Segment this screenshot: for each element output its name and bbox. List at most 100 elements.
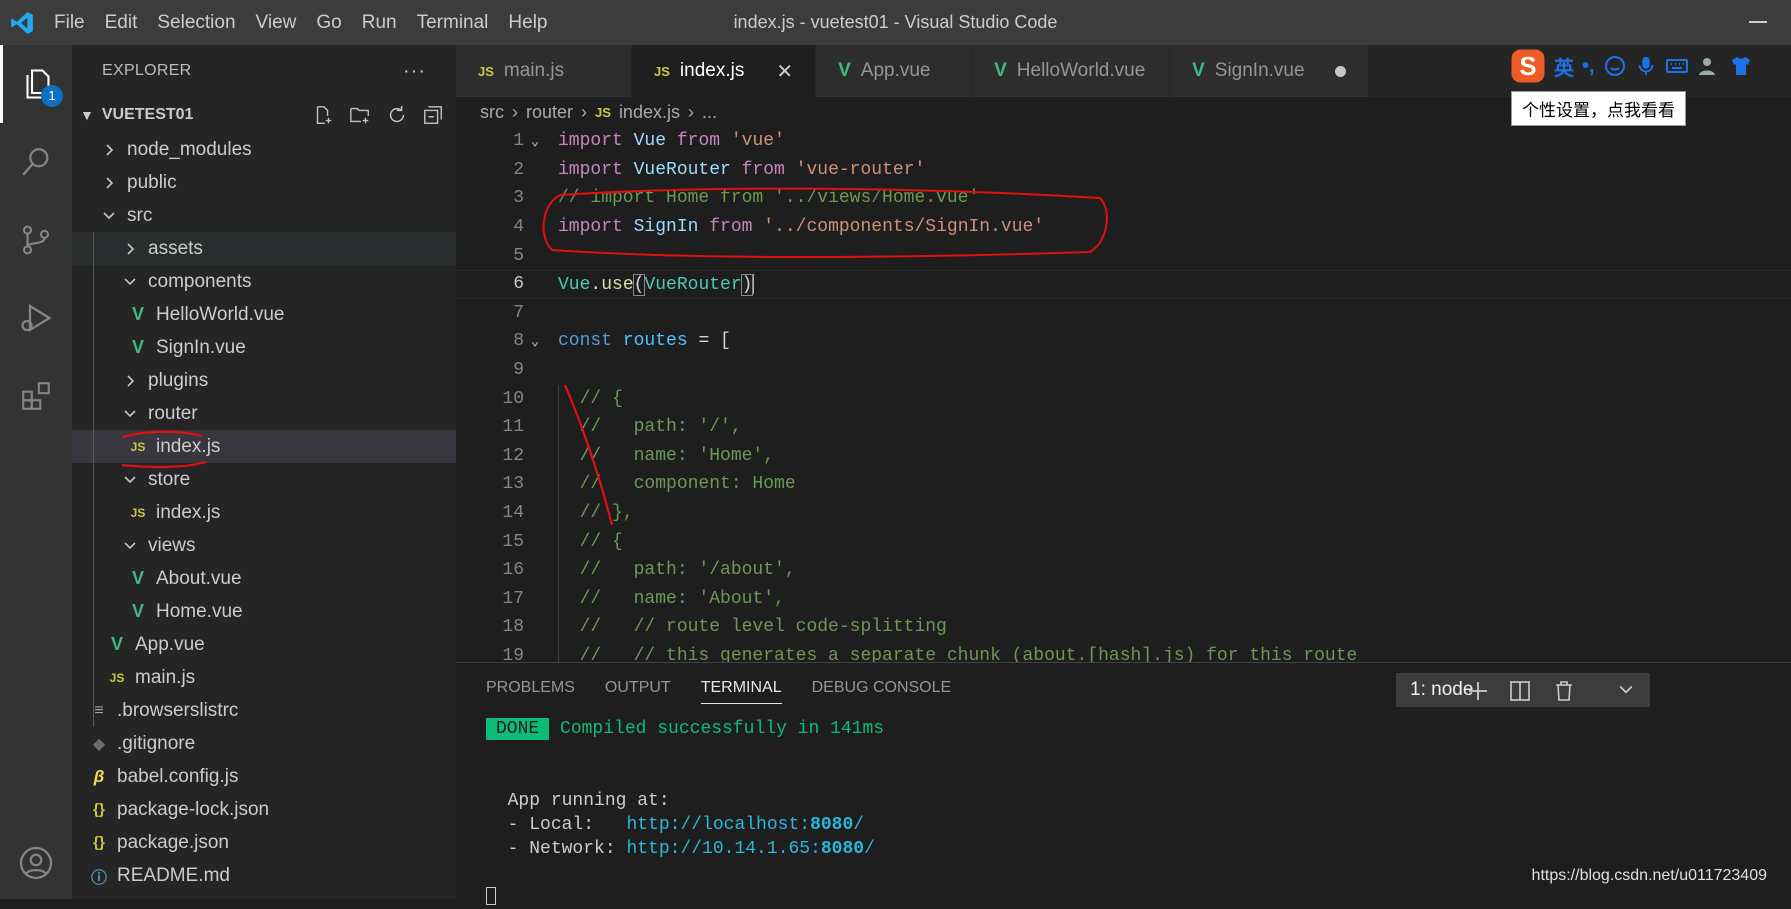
tree-file[interactable]: ≡.browserslistrc: [72, 694, 456, 727]
breadcrumb-src[interactable]: src: [480, 102, 504, 123]
vue-file-icon: V: [128, 304, 148, 325]
tree-file[interactable]: {}package-lock.json: [72, 793, 456, 826]
ime-language[interactable]: 英: [1554, 52, 1574, 81]
line-number: 13: [456, 474, 524, 494]
tab-signin-vue[interactable]: VSignIn.vue: [1170, 45, 1368, 97]
activity-run-debug[interactable]: [0, 279, 72, 357]
terminal-output[interactable]: DONE Compiled successfully in 141ms App …: [486, 717, 884, 909]
menu-selection[interactable]: Selection: [147, 0, 245, 45]
code-token: [: [720, 331, 731, 351]
tree-folder[interactable]: plugins: [72, 364, 456, 397]
tree-file[interactable]: {}package.json: [72, 826, 456, 859]
code-token: // path: '/about',: [558, 560, 796, 580]
tree-folder[interactable]: components: [72, 265, 456, 298]
code-token: Vue: [634, 131, 677, 151]
explorer-header: EXPLORER ···: [72, 45, 456, 97]
tab-helloworld-vue[interactable]: VHelloWorld.vue: [972, 45, 1170, 97]
tree-file[interactable]: VHelloWorld.vue: [72, 298, 456, 331]
tree-folder[interactable]: store: [72, 463, 456, 496]
network-url-tail: /: [864, 839, 875, 859]
microphone-icon[interactable]: [1635, 54, 1657, 78]
trash-icon[interactable]: [1552, 679, 1576, 703]
code-token: '../components/SignIn.vue': [763, 217, 1044, 237]
tree-folder[interactable]: router: [72, 397, 456, 430]
code-token: import: [558, 160, 634, 180]
tree-file[interactable]: VApp.vue: [72, 628, 456, 661]
tree-folder[interactable]: assets: [72, 232, 456, 265]
emoji-icon[interactable]: [1603, 54, 1627, 78]
shirt-icon[interactable]: [1729, 54, 1753, 78]
tree-file[interactable]: ⓘREADME.md: [72, 859, 456, 892]
network-label: - Network:: [508, 839, 627, 859]
activity-extensions[interactable]: [0, 357, 72, 435]
fold-chevron-icon[interactable]: ⌄: [524, 133, 546, 150]
activity-source-control[interactable]: [0, 201, 72, 279]
close-icon[interactable]: ✕: [776, 59, 793, 84]
tree-folder[interactable]: src: [72, 199, 456, 232]
breadcrumb-file[interactable]: index.js: [619, 102, 680, 123]
panel-tab-terminal[interactable]: TERMINAL: [701, 679, 782, 704]
collapse-all-icon[interactable]: [422, 104, 444, 126]
tree-file[interactable]: ◆.gitignore: [72, 727, 456, 760]
tree-file[interactable]: βbabel.config.js: [72, 760, 456, 793]
title-bar: File Edit Selection View Go Run Terminal…: [0, 0, 1791, 45]
sogou-logo-icon[interactable]: S: [1510, 48, 1546, 84]
tree-folder[interactable]: public: [72, 166, 456, 199]
split-terminal-icon[interactable]: [1508, 679, 1532, 703]
js-file-icon: JS: [595, 105, 611, 120]
tab-main-js[interactable]: JSmain.js: [456, 45, 632, 97]
refresh-icon[interactable]: [386, 104, 408, 126]
tree-file[interactable]: VAbout.vue: [72, 562, 456, 595]
new-terminal-icon[interactable]: [1466, 679, 1490, 703]
breadcrumb-symbol[interactable]: ...: [702, 102, 717, 123]
tab-app-vue[interactable]: VApp.vue: [816, 45, 972, 97]
app-running-text: App running at:: [508, 791, 670, 811]
panel-tab-problems[interactable]: PROBLEMS: [486, 679, 575, 697]
menu-run[interactable]: Run: [352, 0, 407, 45]
fold-chevron-icon[interactable]: ⌄: [524, 333, 546, 350]
keyboard-icon[interactable]: [1665, 54, 1689, 78]
tree-folder[interactable]: views: [72, 529, 456, 562]
code-line: 4import SignIn from '../components/SignI…: [456, 213, 1791, 242]
tree-file[interactable]: VSignIn.vue: [72, 331, 456, 364]
local-url[interactable]: http://localhost:8080/: [626, 815, 864, 835]
new-folder-icon[interactable]: [348, 104, 372, 126]
panel-tab-output[interactable]: OUTPUT: [605, 679, 671, 697]
line-number: 16: [456, 560, 524, 580]
tab-index-js[interactable]: JSindex.js✕: [632, 45, 816, 97]
tree-file[interactable]: JSmain.js: [72, 661, 456, 694]
menu-terminal[interactable]: Terminal: [407, 0, 499, 45]
menu-help[interactable]: Help: [498, 0, 557, 45]
menu-go[interactable]: Go: [306, 0, 351, 45]
menu-file[interactable]: File: [44, 0, 95, 45]
code-editor[interactable]: 1⌄import Vue from 'vue'2import VueRouter…: [456, 127, 1791, 707]
punctuation-icon[interactable]: •,: [1582, 55, 1595, 78]
new-file-icon[interactable]: [312, 104, 334, 126]
tree-file[interactable]: JSindex.js: [72, 496, 456, 529]
minimize-icon[interactable]: [1749, 21, 1767, 23]
vue-file-icon: V: [128, 601, 148, 622]
code-text: const routes = [: [546, 331, 731, 351]
activity-accounts[interactable]: [0, 845, 72, 881]
unsaved-dot-icon[interactable]: [1335, 66, 1346, 77]
activity-explorer[interactable]: 1: [0, 45, 72, 123]
code-token: // path: '/',: [558, 417, 742, 437]
tree-file[interactable]: JSindex.js: [72, 430, 456, 463]
user-skin-icon[interactable]: [1697, 54, 1721, 78]
activity-search[interactable]: [0, 123, 72, 201]
code-token: ): [742, 275, 753, 295]
menu-edit[interactable]: Edit: [95, 0, 148, 45]
chevron-down-icon: [99, 208, 119, 224]
panel-tab-debug-console[interactable]: DEBUG CONSOLE: [812, 679, 952, 697]
more-actions-icon[interactable]: ···: [403, 60, 426, 83]
tree-folder[interactable]: node_modules: [72, 133, 456, 166]
network-url[interactable]: http://10.14.1.65:8080/: [626, 839, 874, 859]
menu-view[interactable]: View: [246, 0, 307, 45]
tree-file[interactable]: VHome.vue: [72, 595, 456, 628]
code-token: (: [634, 275, 645, 295]
vue-file-icon: V: [1192, 60, 1205, 82]
code-line: 7: [456, 299, 1791, 328]
breadcrumb-router[interactable]: router: [526, 102, 573, 123]
explorer-sidebar: EXPLORER ··· ▼ VUETEST01 node_modulespub…: [72, 45, 456, 899]
workspace-section-header[interactable]: ▼ VUETEST01: [72, 97, 456, 133]
